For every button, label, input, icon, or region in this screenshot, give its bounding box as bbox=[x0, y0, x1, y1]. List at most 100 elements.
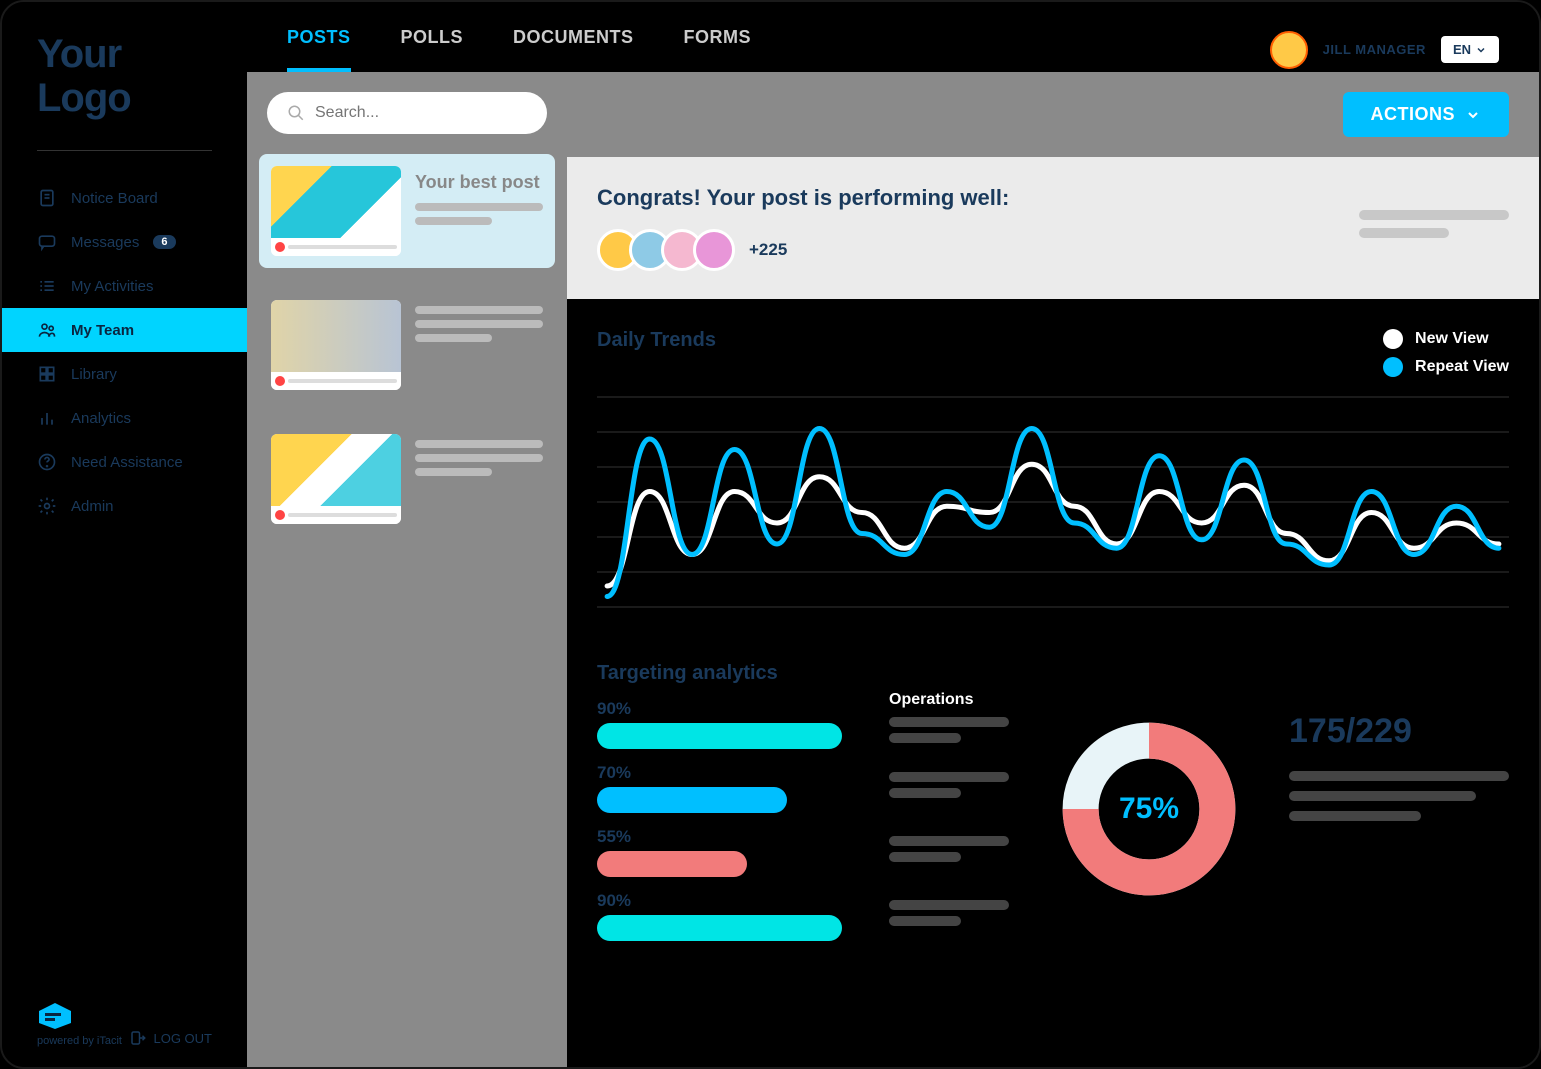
main: POSTS POLLS DOCUMENTS FORMS JILL MANAGER… bbox=[247, 2, 1539, 1067]
sidebar-item-admin[interactable]: Admin bbox=[2, 484, 247, 528]
legend-label: Repeat View bbox=[1415, 358, 1509, 376]
search-wrap[interactable] bbox=[267, 92, 547, 134]
bar-side bbox=[889, 900, 1009, 932]
post-info bbox=[415, 434, 543, 524]
chevron-down-icon bbox=[1465, 107, 1481, 123]
daily-trends-section: Daily Trends New View Repeat View bbox=[567, 299, 1539, 632]
logout-button[interactable]: LOG OUT bbox=[129, 1029, 212, 1047]
user-area: JILL MANAGER EN bbox=[1270, 31, 1499, 69]
placeholder-line bbox=[415, 306, 543, 314]
viewer-avatar[interactable] bbox=[693, 229, 735, 271]
bar-side: Operations bbox=[889, 691, 1009, 749]
lang-label: EN bbox=[1453, 42, 1471, 57]
placeholder-line bbox=[415, 468, 492, 476]
tab-posts[interactable]: POSTS bbox=[287, 27, 351, 72]
gear-icon bbox=[37, 496, 57, 516]
avatar[interactable] bbox=[1270, 31, 1308, 69]
placeholder-line bbox=[415, 440, 543, 448]
avatar-row: +225 bbox=[597, 229, 1359, 271]
grid-icon bbox=[37, 364, 57, 384]
sidebar-item-activities[interactable]: My Activities bbox=[2, 264, 247, 308]
search-icon bbox=[287, 104, 305, 122]
trends-chart bbox=[597, 387, 1509, 617]
post-thumb bbox=[271, 300, 401, 390]
bar-label: 55% bbox=[597, 827, 869, 847]
plus-count: +225 bbox=[749, 240, 787, 260]
bar-label: 70% bbox=[597, 763, 869, 783]
chat-icon bbox=[37, 232, 57, 252]
bar-label: 90% bbox=[597, 891, 869, 911]
bar-row: 90% bbox=[597, 891, 1009, 941]
language-selector[interactable]: EN bbox=[1441, 36, 1499, 63]
nav-label: Analytics bbox=[71, 410, 131, 427]
post-info: Your best post bbox=[415, 166, 543, 256]
sidebar-item-my-team[interactable]: My Team bbox=[2, 308, 247, 352]
placeholder-line bbox=[415, 320, 543, 328]
actions-button[interactable]: ACTIONS bbox=[1343, 92, 1510, 137]
chart-legend: New View Repeat View bbox=[1383, 329, 1509, 377]
posts-column: Your best post bbox=[247, 72, 567, 1067]
actions-label: ACTIONS bbox=[1371, 104, 1456, 125]
legend-dot-icon bbox=[1383, 357, 1403, 377]
post-thumb bbox=[271, 166, 401, 256]
bar-side bbox=[889, 772, 1009, 804]
tab-forms[interactable]: FORMS bbox=[684, 27, 752, 72]
help-icon bbox=[37, 452, 57, 472]
legend-repeat-view: Repeat View bbox=[1383, 357, 1509, 377]
operations-label: Operations bbox=[889, 691, 1009, 709]
progress-bar bbox=[597, 787, 787, 813]
tab-documents[interactable]: DOCUMENTS bbox=[513, 27, 634, 72]
nav-label: Need Assistance bbox=[71, 454, 183, 471]
actions-bar: ACTIONS bbox=[567, 72, 1539, 157]
placeholder-line bbox=[415, 203, 543, 211]
content: Your best post bbox=[247, 72, 1539, 1067]
topbar: POSTS POLLS DOCUMENTS FORMS JILL MANAGER… bbox=[247, 2, 1539, 72]
donut-chart: 75% bbox=[1059, 719, 1239, 899]
post-info bbox=[415, 300, 543, 390]
list-icon bbox=[37, 276, 57, 296]
stats-column: 175/229 bbox=[1289, 662, 1509, 955]
progress-bar bbox=[597, 851, 747, 877]
tabs: POSTS POLLS DOCUMENTS FORMS bbox=[287, 27, 1230, 72]
placeholder-line bbox=[415, 217, 492, 225]
logo-line1: Your bbox=[37, 32, 212, 76]
congrats-panel: Congrats! Your post is performing well: … bbox=[567, 157, 1539, 299]
congrats-title: Congrats! Your post is performing well: bbox=[597, 185, 1359, 211]
progress-bar bbox=[597, 723, 842, 749]
stats-number: 175/229 bbox=[1289, 712, 1509, 751]
bar-row: 90% Operations bbox=[597, 691, 1009, 749]
post-card[interactable] bbox=[259, 288, 555, 402]
logout-label: LOG OUT bbox=[153, 1031, 212, 1046]
bar-label: 90% bbox=[597, 699, 869, 719]
bar-row: 70% bbox=[597, 763, 1009, 813]
sidebar-item-assistance[interactable]: Need Assistance bbox=[2, 440, 247, 484]
tab-polls[interactable]: POLLS bbox=[401, 27, 464, 72]
powered-text: powered by iTacit bbox=[37, 1035, 122, 1047]
congrats-placeholder bbox=[1359, 210, 1509, 246]
placeholder-line bbox=[415, 334, 492, 342]
sidebar-item-messages[interactable]: Messages 6 bbox=[2, 220, 247, 264]
detail-panel: ACTIONS Congrats! Your post is performin… bbox=[567, 72, 1539, 1067]
itacit-icon bbox=[37, 1001, 73, 1031]
messages-badge: 6 bbox=[153, 235, 175, 249]
legend-dot-icon bbox=[1383, 329, 1403, 349]
nav-label: Library bbox=[71, 366, 117, 383]
divider bbox=[37, 150, 212, 151]
post-title: Your best post bbox=[415, 172, 543, 193]
targeting-section: Targeting analytics 90% Operations bbox=[567, 632, 1539, 985]
sidebar-item-library[interactable]: Library bbox=[2, 352, 247, 396]
post-card[interactable] bbox=[259, 422, 555, 536]
bar-side bbox=[889, 836, 1009, 868]
nav-label: Messages bbox=[71, 234, 139, 251]
donut-percent: 75% bbox=[1119, 792, 1179, 826]
legend-new-view: New View bbox=[1383, 329, 1509, 349]
nav-label: Admin bbox=[71, 498, 114, 515]
sidebar-item-notice-board[interactable]: Notice Board bbox=[2, 176, 247, 220]
post-card-best[interactable]: Your best post bbox=[259, 154, 555, 268]
logo: Your Logo bbox=[2, 32, 247, 150]
doc-icon bbox=[37, 188, 57, 208]
sidebar-item-analytics[interactable]: Analytics bbox=[2, 396, 247, 440]
placeholder-line bbox=[1289, 811, 1421, 821]
logo-line2: Logo bbox=[37, 76, 212, 120]
search-input[interactable] bbox=[315, 104, 527, 122]
